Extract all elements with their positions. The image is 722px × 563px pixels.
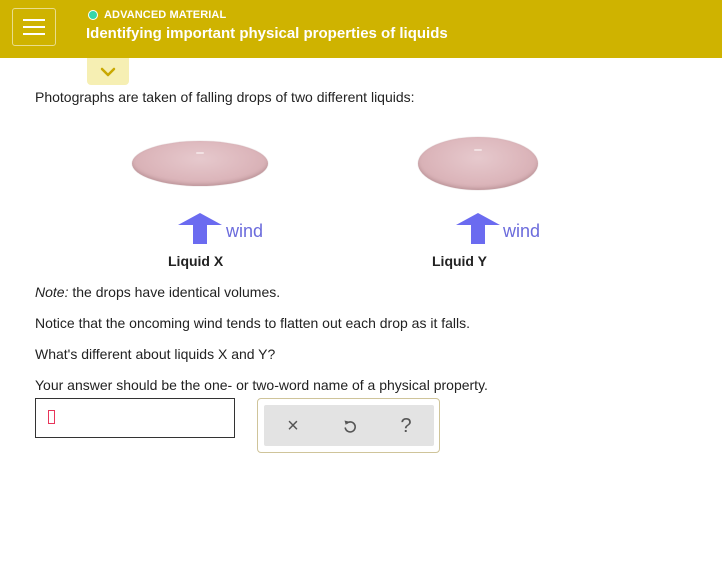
instruction-line-4: Your answer should be the one- or two-wo… (35, 377, 488, 393)
answer-input[interactable] (35, 398, 235, 438)
status-dot-icon (88, 10, 98, 20)
chevron-down-icon (100, 67, 116, 76)
note-line: Note: the drops have identical volumes. (35, 284, 280, 300)
note-prefix: Note: (35, 284, 69, 300)
clear-button[interactable]: × (280, 413, 306, 439)
page-title: Identifying important physical propertie… (86, 25, 448, 42)
undo-button[interactable] (337, 413, 363, 439)
menu-icon (23, 19, 45, 21)
collapse-header-button[interactable] (87, 58, 129, 85)
text-cursor (48, 410, 55, 424)
wind-label-x: wind (226, 221, 264, 241)
topic-badge: ADVANCED MATERIAL (88, 8, 226, 22)
wind-label-y: wind (503, 221, 541, 241)
liquid-x-drop (132, 141, 268, 186)
question-intro: Photographs are taken of falling drops o… (35, 89, 415, 105)
answer-tools-panel: × ? (257, 398, 440, 453)
liquid-y-label: Liquid Y (432, 253, 487, 269)
question-line-3: What's different about liquids X and Y? (35, 346, 276, 362)
liquid-y-drop (418, 137, 538, 190)
undo-icon (344, 420, 356, 433)
wind-arrow-y-icon (456, 213, 500, 244)
help-icon: ? (400, 414, 412, 437)
close-icon: × (287, 414, 299, 437)
header-bar: ADVANCED MATERIAL Identifying important … (0, 0, 722, 58)
instruction-line-2: Notice that the oncoming wind tends to f… (35, 315, 471, 331)
help-button[interactable]: ? (393, 413, 419, 439)
liquid-x-label: Liquid X (168, 253, 224, 269)
menu-button[interactable] (12, 8, 56, 46)
note-text: the drops have identical volumes. (68, 284, 281, 300)
wind-arrow-x-icon (178, 213, 222, 244)
badge-label: ADVANCED MATERIAL (104, 9, 227, 21)
